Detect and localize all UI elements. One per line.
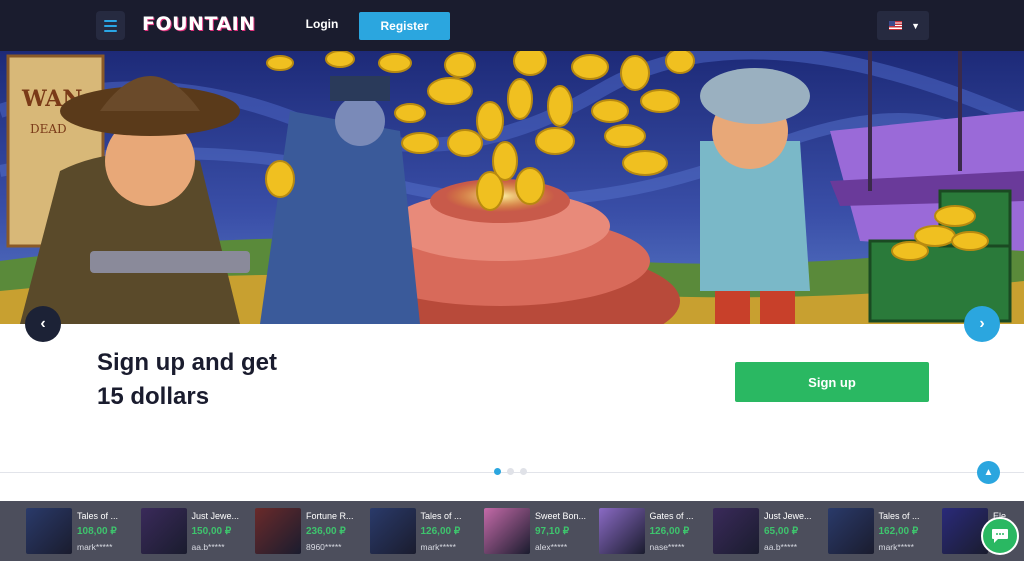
slide-dot[interactable] [520,468,527,475]
winner-username: nase***** [649,542,685,552]
game-thumbnail [598,508,645,554]
winner-amount: 126,00 ₽ [420,526,461,537]
game-thumbnail [26,508,72,554]
winner-amount: 150,00 ₽ [191,526,232,537]
slider-pagination [494,468,527,475]
slide-dot[interactable] [507,468,514,475]
signup-button[interactable]: Sign up [735,362,929,402]
site-logo[interactable]: FOUNTAIN [142,13,256,35]
hamburger-icon [104,18,117,33]
svg-text:DEAD: DEAD [30,122,67,136]
promo-heading-line1: Sign up and get [97,349,277,376]
winner-item[interactable]: Just Jewe... 150,00 ₽ aa.b***** [140,508,253,556]
chevron-down-icon: ▼ [911,20,920,31]
winner-game-name: Tales of ... [878,511,920,521]
game-thumbnail [713,508,759,554]
chevron-left-icon: ‹ [40,315,46,332]
winner-item[interactable]: Fortune R... 236,00 ₽ 8960***** [255,508,367,556]
winner-username: aa.b***** [191,542,225,552]
winner-item[interactable]: Sweet Bon... 97,10 ₽ alex***** [484,508,596,556]
winner-game-name: Sweet Bon... [535,511,587,521]
slide-dot[interactable] [494,468,501,475]
winner-amount: 97,10 ₽ [535,526,570,537]
winner-item[interactable]: Tales of ... 162,00 ₽ mark***** [827,508,940,556]
page: FOUNTAIN Login Register ▼ WAN DEAD ‹ › S… [0,0,1024,561]
promo-heading: Sign up and get 15 dollars [97,346,357,414]
winner-username: mark***** [77,542,113,552]
winner-amount: 65,00 ₽ [764,526,799,537]
game-thumbnail [369,508,416,554]
language-selector[interactable]: ▼ [877,11,929,40]
winner-game-name: Tales of ... [77,511,119,521]
game-thumbnail [140,508,187,554]
game-thumbnail [827,508,874,554]
winner-username: aa.b***** [764,542,798,552]
winner-item[interactable]: Tales of ... 108,00 ₽ mark***** [26,508,138,556]
chat-button[interactable] [981,517,1019,555]
winner-amount: 236,00 ₽ [306,526,346,537]
winner-game-name: Tales of ... [420,511,462,521]
chat-bubble-icon [992,529,1008,543]
winner-username: mark***** [420,542,456,552]
winner-item[interactable]: Gates of ... 126,00 ₽ nase***** [598,508,711,556]
winner-amount: 162,00 ₽ [878,526,919,537]
login-link[interactable]: Login [300,17,344,31]
winner-game-name: Just Jewe... [191,511,240,521]
game-thumbnail [255,508,301,554]
register-button[interactable]: Register [359,12,450,40]
promo-heading-line2: 15 dollars [97,383,210,410]
menu-button[interactable] [96,11,125,40]
winner-item[interactable]: Just Jewe... 65,00 ₽ aa.b***** [713,508,825,556]
winner-username: mark***** [878,542,914,552]
winner-game-name: Fortune R... [306,511,354,521]
chevron-up-icon: ▲ [983,467,994,478]
winner-username: alex***** [535,542,568,552]
recent-winners-bar: Tales of ... 108,00 ₽ mark***** Just Jewe..… [0,501,1024,561]
winner-item[interactable]: Tales of ... 126,00 ₽ mark***** [369,508,482,556]
us-flag-icon [889,21,902,30]
winner-amount: 108,00 ₽ [77,526,117,537]
winner-amount: 126,00 ₽ [649,526,690,537]
game-thumbnail [484,508,530,554]
hero-banner[interactable]: WAN DEAD [0,51,1024,324]
scroll-top-button[interactable]: ▲ [977,461,1000,484]
winner-game-name: Gates of ... [649,511,694,521]
banner-prev-button[interactable]: ‹ [25,306,61,342]
winner-game-name: Just Jewe... [764,511,812,521]
banner-illustration: WAN DEAD [0,51,1024,324]
chevron-right-icon: › [979,315,985,332]
top-header: FOUNTAIN Login Register ▼ [0,0,1024,51]
banner-next-button[interactable]: › [964,306,1000,342]
winner-username: 8960***** [306,542,342,552]
